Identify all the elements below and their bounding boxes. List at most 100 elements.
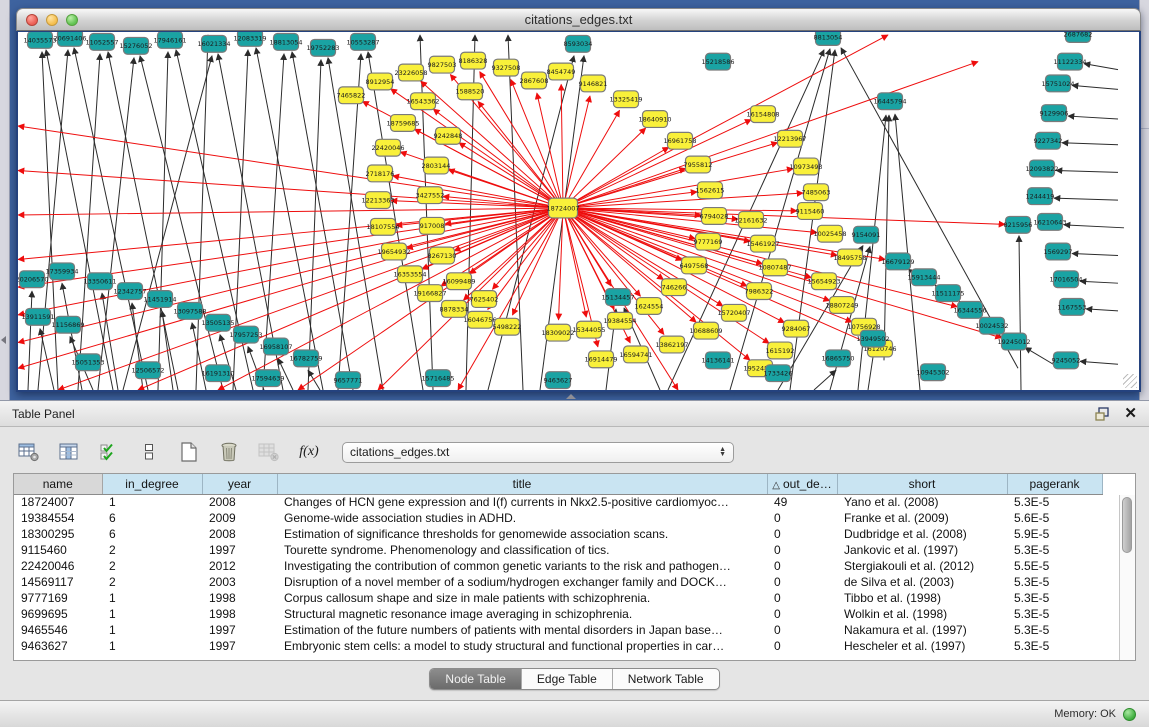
- graph-edge[interactable]: [1068, 116, 1118, 119]
- table-row[interactable]: 2242004622012Investigating the contribut…: [14, 558, 1102, 574]
- graph-node[interactable]: 16958107: [259, 338, 292, 355]
- table-cell[interactable]: Franke et al. (2009): [837, 510, 1007, 526]
- graph-node[interactable]: 12213363: [361, 192, 394, 209]
- graph-node[interactable]: 11511175: [931, 285, 964, 302]
- graph-node[interactable]: 19166827: [413, 285, 446, 302]
- select-columns-icon[interactable]: [96, 440, 122, 464]
- graph-node[interactable]: 1615192: [766, 342, 795, 359]
- graph-node[interactable]: 9777169: [694, 233, 723, 250]
- graph-node[interactable]: 13350611: [83, 273, 116, 290]
- graph-node[interactable]: 15913444: [907, 269, 940, 286]
- table-cell[interactable]: 2: [102, 574, 202, 590]
- table-cell[interactable]: 5.5E-5: [1007, 558, 1102, 574]
- table-row[interactable]: 969969511998Structural magnetic resonanc…: [14, 606, 1102, 622]
- graph-node[interactable]: 18640910: [638, 111, 671, 128]
- graph-node[interactable]: 9227342: [1034, 132, 1063, 149]
- close-window-icon[interactable]: [26, 14, 38, 26]
- table-cell[interactable]: 5.9E-5: [1007, 526, 1102, 542]
- table-cell[interactable]: 9115460: [14, 542, 102, 558]
- graph-edge[interactable]: [563, 62, 978, 208]
- graph-node[interactable]: 1588520: [456, 83, 485, 100]
- close-panel-icon[interactable]: ✕: [1124, 407, 1137, 421]
- graph-edge[interactable]: [62, 283, 82, 390]
- table-cell[interactable]: Corpus callosum shape and size in male p…: [277, 590, 767, 606]
- graph-node[interactable]: 7955812: [684, 156, 713, 173]
- graph-node[interactable]: 8593034: [564, 35, 593, 52]
- table-cell[interactable]: 1998: [202, 606, 277, 622]
- graph-edge[interactable]: [42, 52, 58, 390]
- graph-node[interactable]: 9146821: [579, 75, 608, 92]
- graph-node[interactable]: 18724007: [546, 198, 579, 218]
- graph-node[interactable]: 10973493: [789, 158, 822, 175]
- graph-node[interactable]: 15051353: [71, 354, 104, 371]
- table-cell[interactable]: 6: [102, 510, 202, 526]
- table-cell[interactable]: 0: [767, 590, 837, 606]
- graph-node[interactable]: 19384554: [603, 312, 636, 329]
- graph-edge[interactable]: [480, 72, 563, 208]
- graph-node[interactable]: 15720407: [717, 304, 750, 321]
- graph-edge[interactable]: [884, 115, 889, 360]
- table-cell[interactable]: Estimation of significance thresholds fo…: [277, 526, 767, 542]
- graph-node[interactable]: 1562615: [696, 182, 725, 199]
- graph-node[interactable]: 15461927: [746, 235, 779, 252]
- graph-node[interactable]: 3427552: [416, 187, 445, 204]
- table-cell[interactable]: 2008: [202, 526, 277, 542]
- table-cell[interactable]: Structural magnetic resonance image aver…: [277, 606, 767, 622]
- graph-node[interactable]: 20691406: [53, 32, 86, 46]
- graph-edge[interactable]: [478, 101, 563, 208]
- graph-node[interactable]: 16865750: [821, 350, 854, 367]
- graph-edge[interactable]: [420, 35, 433, 390]
- graph-edge[interactable]: [1056, 170, 1118, 172]
- table-cell[interactable]: 5.3E-5: [1007, 638, 1102, 654]
- graph-node[interactable]: 19245012: [997, 333, 1030, 350]
- table-cell[interactable]: 14569117: [14, 574, 102, 590]
- graph-node[interactable]: 9242848: [434, 127, 463, 144]
- graph-edge[interactable]: [1072, 85, 1118, 89]
- table-row[interactable]: 977716911998Corpus callosum shape and si…: [14, 590, 1102, 606]
- graph-node[interactable]: 16344556: [953, 301, 986, 318]
- function-builder-icon[interactable]: f(x): [296, 440, 322, 464]
- table-cell[interactable]: 0: [767, 606, 837, 622]
- graph-node[interactable]: 746266: [662, 279, 687, 296]
- graph-node[interactable]: 2718176: [366, 165, 395, 182]
- table-cell[interactable]: 18300295: [14, 526, 102, 542]
- graph-node[interactable]: 8215956: [1004, 216, 1033, 233]
- table-cell[interactable]: 5.6E-5: [1007, 510, 1102, 526]
- graph-node[interactable]: 16782759: [289, 350, 322, 367]
- graph-node[interactable]: 18813054: [269, 33, 302, 50]
- table-cell[interactable]: 9463627: [14, 638, 102, 654]
- graph-node[interactable]: 2867608: [520, 72, 549, 89]
- table-cell[interactable]: 22420046: [14, 558, 102, 574]
- graph-node[interactable]: 17359934: [45, 263, 78, 280]
- table-cell[interactable]: 2003: [202, 574, 277, 590]
- table-cell[interactable]: 5.3E-5: [1007, 590, 1102, 606]
- graph-node[interactable]: 1569297: [1044, 243, 1073, 260]
- graph-edge[interactable]: [192, 323, 206, 390]
- graph-node[interactable]: 16191310: [201, 365, 234, 382]
- graph-edge[interactable]: [1019, 236, 1021, 390]
- table-cell[interactable]: 0: [767, 574, 837, 590]
- window-titlebar[interactable]: citations_edges.txt: [16, 8, 1141, 31]
- graph-node[interactable]: 22420046: [371, 139, 404, 156]
- graph-node[interactable]: 13911591: [21, 308, 54, 325]
- graph-node[interactable]: 9154091: [852, 226, 881, 243]
- graph-node[interactable]: 17957253: [229, 326, 262, 343]
- graph-edge[interactable]: [1080, 361, 1118, 364]
- graph-node[interactable]: 13325419: [609, 91, 642, 108]
- table-cell[interactable]: Disruption of a novel member of a sodium…: [277, 574, 767, 590]
- graph-node[interactable]: 18309022: [541, 324, 574, 341]
- graph-node[interactable]: 18759685: [386, 115, 419, 132]
- graph-node[interactable]: 8454749: [547, 63, 576, 80]
- graph-node[interactable]: 12213967: [773, 130, 806, 147]
- graph-node[interactable]: 10807487: [758, 259, 791, 276]
- graph-node[interactable]: 13862197: [655, 336, 688, 353]
- tab-network-table[interactable]: Network Table: [613, 669, 719, 689]
- column-header-pagerank[interactable]: pagerank: [1007, 474, 1102, 494]
- resize-grip[interactable]: [1123, 374, 1137, 388]
- graph-edge[interactable]: [308, 370, 320, 390]
- table-row[interactable]: 1456911722003Disruption of a novel membe…: [14, 574, 1102, 590]
- graph-node[interactable]: 10024532: [975, 317, 1008, 334]
- graph-node[interactable]: 18807249: [825, 297, 858, 314]
- graph-node[interactable]: 9327508: [492, 59, 521, 76]
- graph-node[interactable]: 14136141: [701, 352, 734, 369]
